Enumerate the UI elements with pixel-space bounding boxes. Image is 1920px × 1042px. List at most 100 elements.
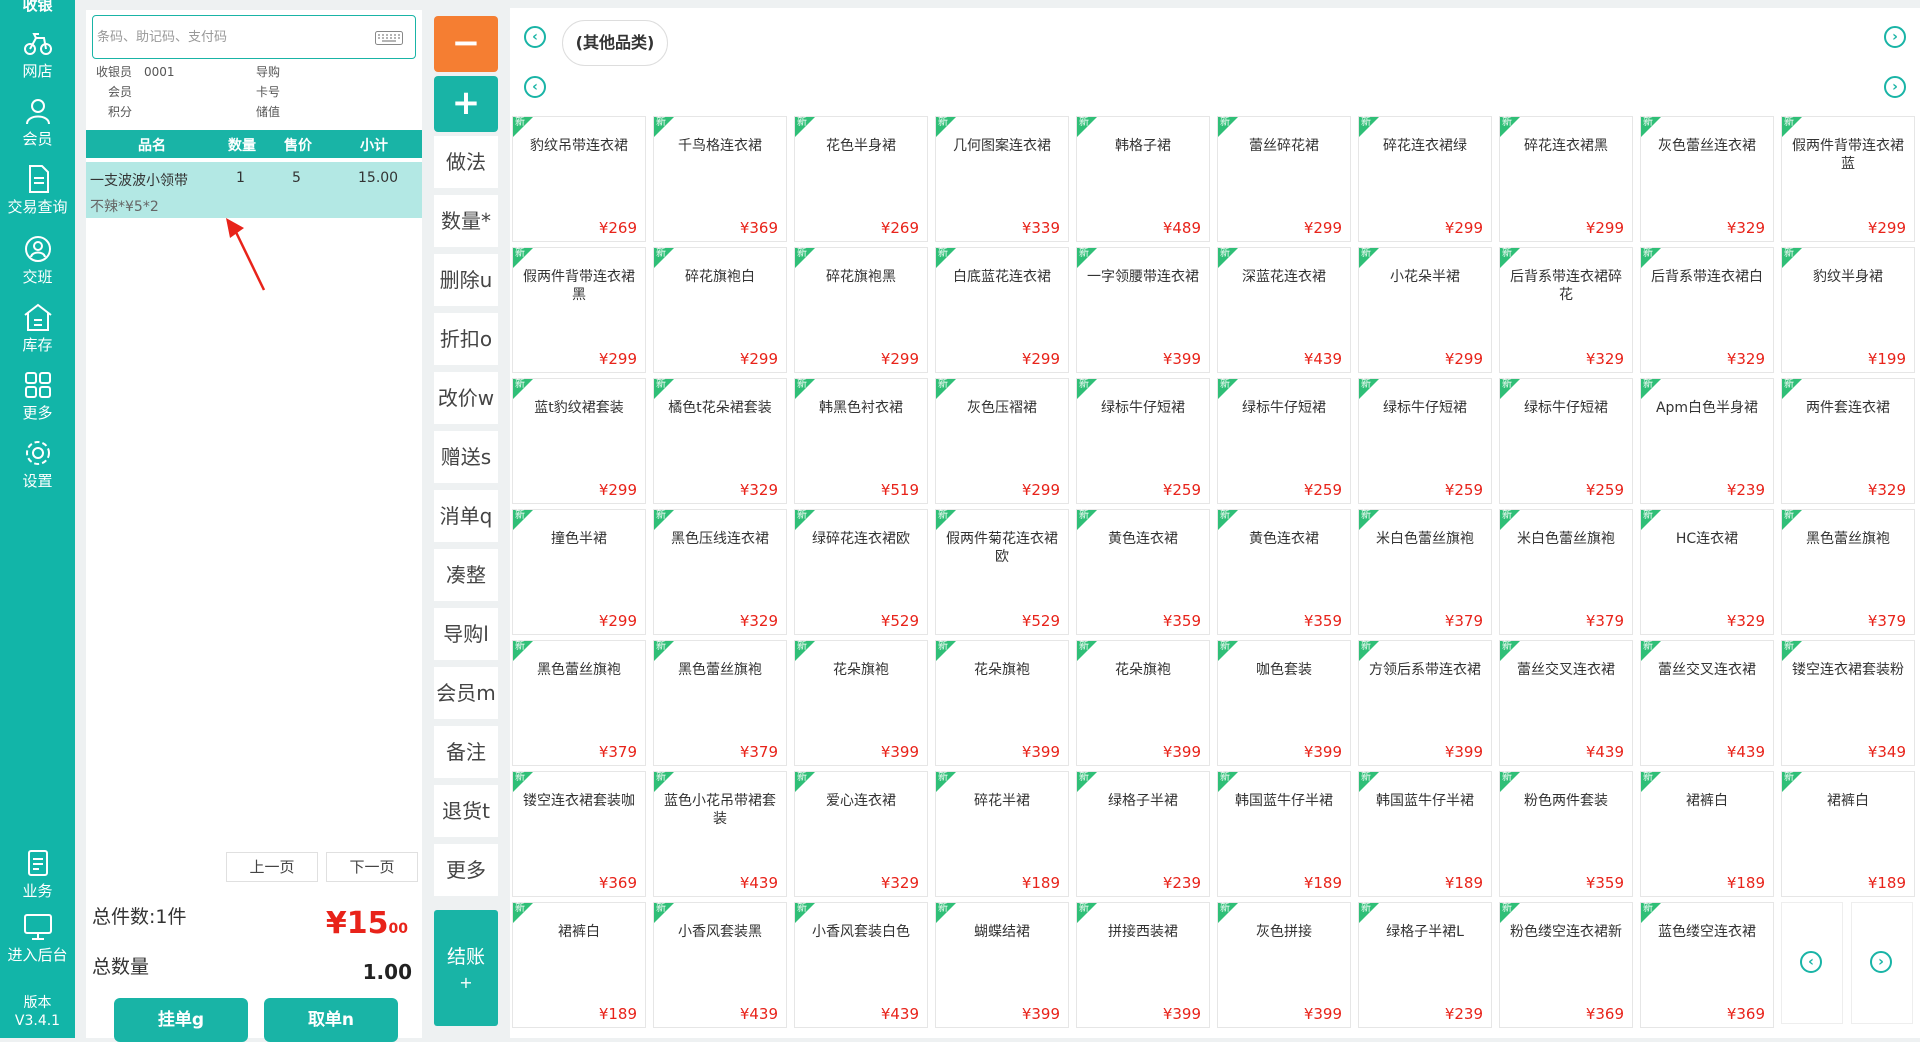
category-prev-icon[interactable]: ‹: [524, 26, 546, 48]
product-card[interactable]: 新蝴蝶结裙 ¥399: [935, 902, 1069, 1028]
keyboard-icon[interactable]: [375, 31, 403, 45]
checkout-button[interactable]: 结账 +: [434, 910, 498, 1026]
product-card[interactable]: 新碎花连衣裙黑 ¥299: [1499, 116, 1633, 242]
product-card[interactable]: 新裙裤白 ¥189: [1640, 771, 1774, 897]
product-card[interactable]: 新韩国蓝牛仔半裙 ¥189: [1217, 771, 1351, 897]
product-card[interactable]: 新蕾丝交叉连衣裙 ¥439: [1499, 640, 1633, 766]
product-card[interactable]: 新蓝色小花吊带裙套装 ¥439: [653, 771, 787, 897]
product-card[interactable]: 新碎花半裙 ¥189: [935, 771, 1069, 897]
product-card[interactable]: 新黑色蕾丝旗袍 ¥379: [1781, 509, 1915, 635]
product-card[interactable]: 新花朵旗袍 ¥399: [1076, 640, 1210, 766]
function-button[interactable]: 做法: [434, 136, 498, 188]
product-card[interactable]: 新绿格子半裙L ¥239: [1358, 902, 1492, 1028]
nav-item-backend[interactable]: 进入后台: [0, 912, 75, 965]
product-card[interactable]: 新绿标牛仔短裙 ¥259: [1499, 378, 1633, 504]
product-card[interactable]: 新镂空连衣裙套装咖 ¥369: [512, 771, 646, 897]
product-card[interactable]: 新撞色半裙 ¥299: [512, 509, 646, 635]
nav-item-online-store[interactable]: 网店: [0, 28, 75, 81]
grid-prev-page[interactable]: ‹: [1781, 902, 1843, 1024]
grid-next-icon[interactable]: ›: [1870, 951, 1892, 973]
nav-item-business[interactable]: 业务: [0, 848, 75, 901]
product-card[interactable]: 新蕾丝碎花裙 ¥299: [1217, 116, 1351, 242]
product-card[interactable]: 新爱心连衣裙 ¥329: [794, 771, 928, 897]
retrieve-order-button[interactable]: 取单n: [264, 998, 398, 1042]
product-card[interactable]: 新蕾丝交叉连衣裙 ¥439: [1640, 640, 1774, 766]
product-card[interactable]: 新 Apm白色半身裙 ¥239: [1640, 378, 1774, 504]
nav-item-transactions[interactable]: 交易查询: [0, 164, 75, 217]
product-card[interactable]: 新裙裤白 ¥189: [512, 902, 646, 1028]
product-card[interactable]: 新粉色两件套装 ¥359: [1499, 771, 1633, 897]
product-card[interactable]: 新碎花连衣裙绿 ¥299: [1358, 116, 1492, 242]
product-card[interactable]: 新一字领腰带连衣裙 ¥399: [1076, 247, 1210, 373]
function-button[interactable]: 数量*: [434, 195, 498, 247]
product-card[interactable]: 新黑色蕾丝旗袍 ¥379: [653, 640, 787, 766]
product-card[interactable]: 新方领后系带连衣裙 ¥399: [1358, 640, 1492, 766]
product-card[interactable]: 新小香风套装白色 ¥439: [794, 902, 928, 1028]
product-card[interactable]: 新咖色套装 ¥399: [1217, 640, 1351, 766]
product-card[interactable]: 新小花朵半裙 ¥299: [1358, 247, 1492, 373]
function-button[interactable]: 删除u: [434, 254, 498, 306]
product-card[interactable]: 新绿标牛仔短裙 ¥259: [1217, 378, 1351, 504]
product-card[interactable]: 新小香风套装黑 ¥439: [653, 902, 787, 1028]
product-card[interactable]: 新几何图案连衣裙 ¥339: [935, 116, 1069, 242]
product-card[interactable]: 新花朵旗袍 ¥399: [935, 640, 1069, 766]
product-card[interactable]: 新绿碎花连衣裙欧 ¥529: [794, 509, 928, 635]
product-card[interactable]: 新两件套连衣裙 ¥329: [1781, 378, 1915, 504]
product-card[interactable]: 新 HC连衣裙 ¥329: [1640, 509, 1774, 635]
decrease-button[interactable]: −: [434, 16, 498, 72]
product-card[interactable]: 新花朵旗袍 ¥399: [794, 640, 928, 766]
product-card[interactable]: 新橘色t花朵裙套装 ¥329: [653, 378, 787, 504]
guide-label[interactable]: 导购: [256, 62, 280, 82]
category-tab[interactable]: (其他品类): [562, 20, 668, 66]
product-card[interactable]: 新假两件背带连衣裙黑 ¥299: [512, 247, 646, 373]
product-card[interactable]: 新灰色蕾丝连衣裙 ¥329: [1640, 116, 1774, 242]
product-card[interactable]: 新深蓝花连衣裙 ¥439: [1217, 247, 1351, 373]
product-card[interactable]: 新韩国蓝牛仔半裙 ¥189: [1358, 771, 1492, 897]
function-button[interactable]: 导购l: [434, 608, 498, 660]
product-card[interactable]: 新米白色蕾丝旗袍 ¥379: [1499, 509, 1633, 635]
function-button[interactable]: 备注: [434, 726, 498, 778]
search-box[interactable]: [92, 15, 416, 59]
category-next-icon[interactable]: ›: [1884, 26, 1906, 48]
nav-item-member[interactable]: 会员: [0, 96, 75, 149]
member-label[interactable]: 会员: [108, 82, 132, 102]
search-input[interactable]: [97, 26, 357, 48]
product-card[interactable]: 新后背系带连衣裙白 ¥329: [1640, 247, 1774, 373]
product-card[interactable]: 新白底蓝花连衣裙 ¥299: [935, 247, 1069, 373]
cart-row[interactable]: 一支波波小领带 1 5 15.00 不辣*¥5*2: [86, 162, 422, 218]
product-card[interactable]: 新灰色拼接 ¥399: [1217, 902, 1351, 1028]
next-page-button[interactable]: 下一页: [326, 852, 418, 882]
hold-order-button[interactable]: 挂单g: [114, 998, 248, 1042]
product-card[interactable]: 新绿格子半裙 ¥239: [1076, 771, 1210, 897]
product-card[interactable]: 新镂空连衣裙套装粉 ¥349: [1781, 640, 1915, 766]
product-card[interactable]: 新黑色压线连衣裙 ¥329: [653, 509, 787, 635]
function-button[interactable]: 消单q: [434, 490, 498, 542]
nav-item-shift[interactable]: 交班: [0, 234, 75, 287]
product-card[interactable]: 新拼接西装裙 ¥399: [1076, 902, 1210, 1028]
product-card[interactable]: 新假两件菊花连衣裙欧 ¥529: [935, 509, 1069, 635]
product-card[interactable]: 新蓝色缕空连衣裙 ¥369: [1640, 902, 1774, 1028]
subcategory-next-icon[interactable]: ›: [1884, 76, 1906, 98]
function-button[interactable]: 赠送s: [434, 431, 498, 483]
product-card[interactable]: 新黄色连衣裙 ¥359: [1217, 509, 1351, 635]
function-button[interactable]: 更多: [434, 844, 498, 896]
increase-button[interactable]: +: [434, 76, 498, 132]
product-card[interactable]: 新蓝t豹纹裙套装 ¥299: [512, 378, 646, 504]
product-card[interactable]: 新绿标牛仔短裙 ¥259: [1358, 378, 1492, 504]
prev-page-button[interactable]: 上一页: [226, 852, 318, 882]
function-button[interactable]: 会员m: [434, 667, 498, 719]
product-card[interactable]: 新碎花旗袍黑 ¥299: [794, 247, 928, 373]
nav-item-more[interactable]: 更多: [0, 370, 75, 423]
grid-prev-icon[interactable]: ‹: [1800, 951, 1822, 973]
function-button[interactable]: 折扣o: [434, 313, 498, 365]
product-card[interactable]: 新黄色连衣裙 ¥359: [1076, 509, 1210, 635]
function-button[interactable]: 凑整: [434, 549, 498, 601]
grid-next-page[interactable]: ›: [1851, 902, 1913, 1024]
product-card[interactable]: 新粉色缕空连衣裙新 ¥369: [1499, 902, 1633, 1028]
product-card[interactable]: 新千鸟格连衣裙 ¥369: [653, 116, 787, 242]
function-button[interactable]: 退货t: [434, 785, 498, 837]
product-card[interactable]: 新裙裤白 ¥189: [1781, 771, 1915, 897]
product-card[interactable]: 新花色半身裙 ¥269: [794, 116, 928, 242]
product-card[interactable]: 新后背系带连衣裙碎花 ¥329: [1499, 247, 1633, 373]
nav-item-inventory[interactable]: 库存: [0, 302, 75, 355]
